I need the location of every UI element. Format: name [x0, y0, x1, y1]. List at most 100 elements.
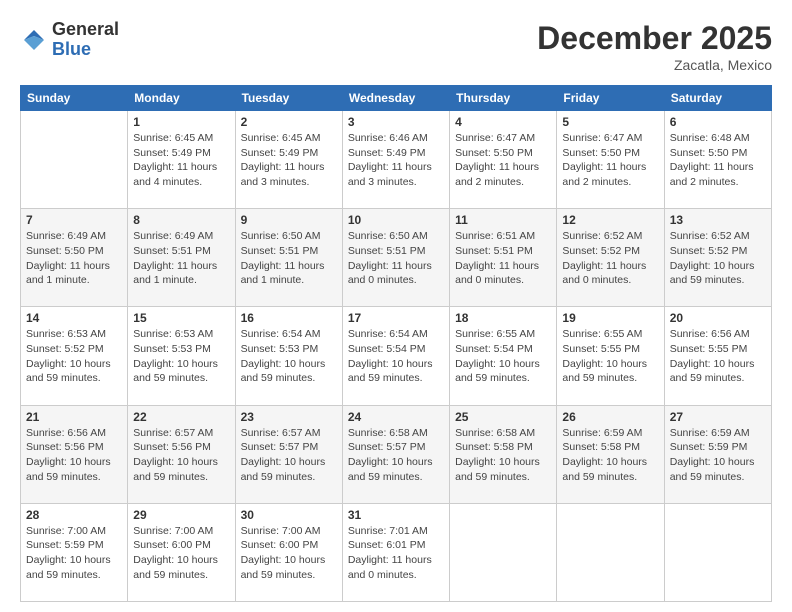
table-row: 27 Sunrise: 6:59 AMSunset: 5:59 PMDayligh… [664, 405, 771, 503]
table-row: 17 Sunrise: 6:54 AMSunset: 5:54 PMDayligh… [342, 307, 449, 405]
calendar-week-row: 21 Sunrise: 6:56 AMSunset: 5:56 PMDayligh… [21, 405, 772, 503]
table-row: 28Sunrise: 7:00 AMSunset: 5:59 PMDayligh… [21, 503, 128, 601]
day-info: Sunrise: 6:49 AMSunset: 5:50 PMDaylight:… [26, 229, 122, 288]
calendar-week-row: 1 Sunrise: 6:45 AMSunset: 5:49 PMDaylight… [21, 111, 772, 209]
day-info: Sunrise: 6:47 AMSunset: 5:50 PMDaylight:… [455, 131, 551, 190]
day-info: Sunrise: 6:56 AMSunset: 5:55 PMDaylight:… [670, 327, 766, 386]
table-row [21, 111, 128, 209]
col-monday: Monday [128, 86, 235, 111]
day-number: 28 [26, 508, 122, 522]
title-section: December 2025 Zacatla, Mexico [537, 20, 772, 73]
col-wednesday: Wednesday [342, 86, 449, 111]
day-info: Sunrise: 6:51 AMSunset: 5:51 PMDaylight:… [455, 229, 551, 288]
day-info: Sunrise: 6:58 AMSunset: 5:58 PMDaylight:… [455, 426, 551, 485]
day-info: Sunrise: 6:54 AMSunset: 5:53 PMDaylight:… [241, 327, 337, 386]
col-sunday: Sunday [21, 86, 128, 111]
day-number: 19 [562, 311, 658, 325]
table-row [557, 503, 664, 601]
table-row: 26 Sunrise: 6:59 AMSunset: 5:58 PMDayligh… [557, 405, 664, 503]
day-info: Sunrise: 6:49 AMSunset: 5:51 PMDaylight:… [133, 229, 229, 288]
day-info: Sunrise: 6:50 AMSunset: 5:51 PMDaylight:… [241, 229, 337, 288]
day-number: 16 [241, 311, 337, 325]
table-row [664, 503, 771, 601]
table-row: 24Sunrise: 6:58 AMSunset: 5:57 PMDayligh… [342, 405, 449, 503]
table-row: 23 Sunrise: 6:57 AMSunset: 5:57 PMDayligh… [235, 405, 342, 503]
col-thursday: Thursday [450, 86, 557, 111]
day-number: 11 [455, 213, 551, 227]
day-info: Sunrise: 6:56 AMSunset: 5:56 PMDaylight:… [26, 426, 122, 485]
day-number: 12 [562, 213, 658, 227]
table-row: 29Sunrise: 7:00 AMSunset: 6:00 PMDayligh… [128, 503, 235, 601]
day-info: Sunrise: 6:45 AMSunset: 5:49 PMDaylight:… [241, 131, 337, 190]
logo-icon [20, 26, 48, 54]
day-info: Sunrise: 6:53 AMSunset: 5:52 PMDaylight:… [26, 327, 122, 386]
day-number: 21 [26, 410, 122, 424]
table-row: 16 Sunrise: 6:54 AMSunset: 5:53 PMDayligh… [235, 307, 342, 405]
day-number: 29 [133, 508, 229, 522]
table-row: 8 Sunrise: 6:49 AMSunset: 5:51 PMDaylight… [128, 209, 235, 307]
day-info: Sunrise: 6:45 AMSunset: 5:49 PMDaylight:… [133, 131, 229, 190]
header: General Blue December 2025 Zacatla, Mexi… [20, 20, 772, 73]
table-row: 15 Sunrise: 6:53 AMSunset: 5:53 PMDayligh… [128, 307, 235, 405]
day-info: Sunrise: 6:53 AMSunset: 5:53 PMDaylight:… [133, 327, 229, 386]
table-row: 22Sunrise: 6:57 AMSunset: 5:56 PMDayligh… [128, 405, 235, 503]
table-row: 1 Sunrise: 6:45 AMSunset: 5:49 PMDaylight… [128, 111, 235, 209]
day-number: 27 [670, 410, 766, 424]
calendar-page: General Blue December 2025 Zacatla, Mexi… [0, 0, 792, 612]
day-info: Sunrise: 6:59 AMSunset: 5:59 PMDaylight:… [670, 426, 766, 485]
day-info: Sunrise: 6:55 AMSunset: 5:55 PMDaylight:… [562, 327, 658, 386]
day-number: 23 [241, 410, 337, 424]
day-number: 7 [26, 213, 122, 227]
day-number: 31 [348, 508, 444, 522]
calendar-week-row: 28Sunrise: 7:00 AMSunset: 5:59 PMDayligh… [21, 503, 772, 601]
col-saturday: Saturday [664, 86, 771, 111]
table-row: 4 Sunrise: 6:47 AMSunset: 5:50 PMDaylight… [450, 111, 557, 209]
day-number: 9 [241, 213, 337, 227]
logo-general: General [52, 19, 119, 39]
day-number: 30 [241, 508, 337, 522]
table-row: 2 Sunrise: 6:45 AMSunset: 5:49 PMDaylight… [235, 111, 342, 209]
day-info: Sunrise: 6:47 AMSunset: 5:50 PMDaylight:… [562, 131, 658, 190]
day-number: 4 [455, 115, 551, 129]
day-info: Sunrise: 6:59 AMSunset: 5:58 PMDaylight:… [562, 426, 658, 485]
day-number: 26 [562, 410, 658, 424]
day-info: Sunrise: 6:48 AMSunset: 5:50 PMDaylight:… [670, 131, 766, 190]
day-info: Sunrise: 6:52 AMSunset: 5:52 PMDaylight:… [670, 229, 766, 288]
day-info: Sunrise: 7:00 AMSunset: 6:00 PMDaylight:… [241, 524, 337, 583]
day-number: 18 [455, 311, 551, 325]
calendar-table: Sunday Monday Tuesday Wednesday Thursday… [20, 85, 772, 602]
day-info: Sunrise: 6:52 AMSunset: 5:52 PMDaylight:… [562, 229, 658, 288]
table-row: 25Sunrise: 6:58 AMSunset: 5:58 PMDayligh… [450, 405, 557, 503]
table-row: 9 Sunrise: 6:50 AMSunset: 5:51 PMDaylight… [235, 209, 342, 307]
month-title: December 2025 [537, 20, 772, 57]
day-number: 5 [562, 115, 658, 129]
table-row: 10Sunrise: 6:50 AMSunset: 5:51 PMDayligh… [342, 209, 449, 307]
table-row: 12 Sunrise: 6:52 AMSunset: 5:52 PMDayligh… [557, 209, 664, 307]
table-row: 18 Sunrise: 6:55 AMSunset: 5:54 PMDayligh… [450, 307, 557, 405]
day-number: 6 [670, 115, 766, 129]
col-friday: Friday [557, 86, 664, 111]
day-number: 17 [348, 311, 444, 325]
day-info: Sunrise: 6:57 AMSunset: 5:56 PMDaylight:… [133, 426, 229, 485]
day-number: 1 [133, 115, 229, 129]
calendar-week-row: 14 Sunrise: 6:53 AMSunset: 5:52 PMDayligh… [21, 307, 772, 405]
table-row: 11 Sunrise: 6:51 AMSunset: 5:51 PMDayligh… [450, 209, 557, 307]
day-number: 20 [670, 311, 766, 325]
table-row [450, 503, 557, 601]
day-info: Sunrise: 6:54 AMSunset: 5:54 PMDaylight:… [348, 327, 444, 386]
day-number: 14 [26, 311, 122, 325]
table-row: 30 Sunrise: 7:00 AMSunset: 6:00 PMDayligh… [235, 503, 342, 601]
table-row: 5 Sunrise: 6:47 AMSunset: 5:50 PMDaylight… [557, 111, 664, 209]
day-info: Sunrise: 6:46 AMSunset: 5:49 PMDaylight:… [348, 131, 444, 190]
day-number: 2 [241, 115, 337, 129]
day-info: Sunrise: 6:57 AMSunset: 5:57 PMDaylight:… [241, 426, 337, 485]
day-number: 3 [348, 115, 444, 129]
day-info: Sunrise: 7:01 AMSunset: 6:01 PMDaylight:… [348, 524, 444, 583]
day-info: Sunrise: 6:55 AMSunset: 5:54 PMDaylight:… [455, 327, 551, 386]
table-row: 19 Sunrise: 6:55 AMSunset: 5:55 PMDayligh… [557, 307, 664, 405]
day-number: 15 [133, 311, 229, 325]
day-number: 10 [348, 213, 444, 227]
day-number: 8 [133, 213, 229, 227]
table-row: 6 Sunrise: 6:48 AMSunset: 5:50 PMDaylight… [664, 111, 771, 209]
col-tuesday: Tuesday [235, 86, 342, 111]
